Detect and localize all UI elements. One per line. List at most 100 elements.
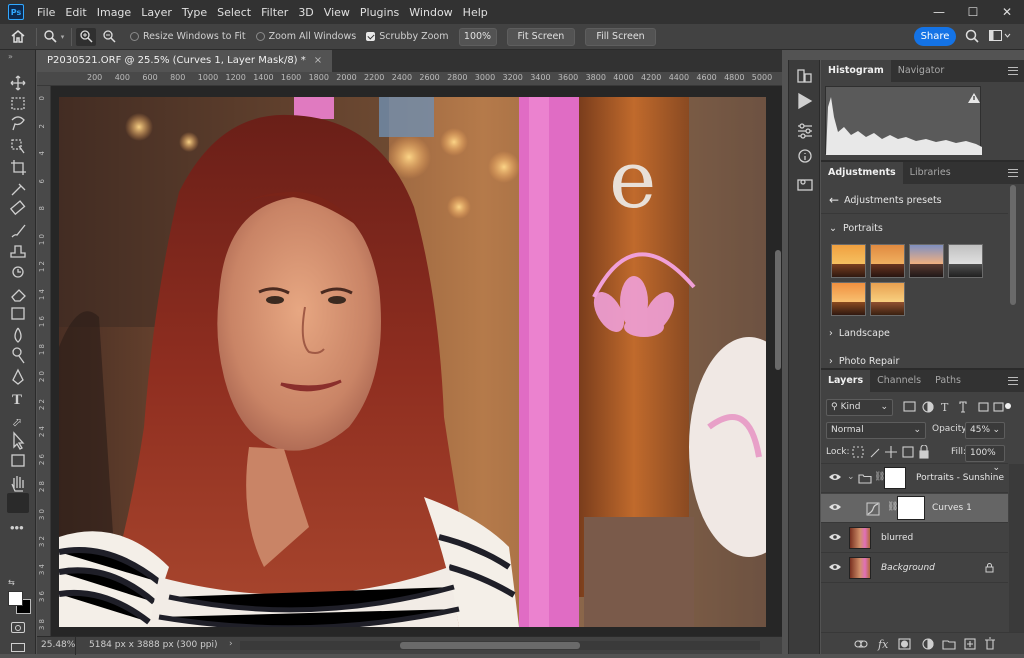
preset-thumbnail-1[interactable] — [831, 244, 866, 278]
menu-plugins[interactable]: Plugins — [355, 6, 404, 19]
tab-navigator[interactable]: Navigator — [891, 60, 951, 82]
blend-mode-select[interactable]: Normal ⌄ — [826, 422, 926, 439]
lock-artboard-icon[interactable] — [901, 445, 915, 459]
group-photo-repair[interactable]: › Photo Repair — [829, 356, 899, 367]
menu-filter[interactable]: Filter — [256, 6, 293, 19]
share-button[interactable]: Share — [914, 27, 956, 46]
layer-row-blurred[interactable]: blurred — [821, 524, 1008, 553]
preset-thumbnail-2[interactable] — [870, 244, 905, 278]
adjustments-back-button[interactable]: ← Adjustments presets — [829, 193, 942, 207]
filter-pixel-icon[interactable] — [905, 400, 919, 414]
collapse-icon[interactable]: » — [8, 52, 13, 61]
brush-tool[interactable] — [8, 220, 28, 240]
layer-name[interactable]: Portraits - Sunshine — [916, 473, 1004, 483]
edit-toolbar-button[interactable] — [8, 518, 28, 538]
rectangle-tool[interactable] — [8, 451, 28, 471]
delete-layer-icon[interactable] — [983, 637, 997, 651]
layer-mask-thumbnail[interactable] — [884, 467, 906, 489]
crop-tool[interactable] — [8, 157, 28, 177]
new-adjustment-layer-icon[interactable] — [921, 637, 935, 651]
menu-select[interactable]: Select — [212, 6, 256, 19]
photoshop-logo[interactable]: Ps — [8, 4, 24, 20]
filter-type-icon[interactable] — [939, 400, 953, 414]
close-tab-icon[interactable]: × — [314, 55, 322, 66]
scrubby-zoom-checkbox[interactable]: Scrubby Zoom — [366, 31, 449, 42]
tab-libraries[interactable]: Libraries — [903, 162, 958, 184]
layer-name[interactable]: blurred — [881, 533, 913, 543]
properties-panel-button[interactable] — [793, 122, 817, 142]
filter-toggle-icon[interactable] — [1001, 398, 1013, 412]
zoom-tool-preset[interactable]: ▾ — [37, 28, 71, 46]
zoom-in-button[interactable] — [76, 27, 96, 46]
document-image[interactable]: e — [59, 97, 766, 627]
lock-image-pixels-icon[interactable] — [868, 445, 882, 459]
preset-thumbnail-6[interactable] — [870, 282, 905, 316]
lock-transparent-pixels-icon[interactable] — [851, 445, 865, 459]
workspace-button[interactable] — [989, 30, 1011, 45]
resize-windows-checkbox[interactable]: Resize Windows to Fit — [130, 31, 246, 42]
group-landscape[interactable]: › Landscape — [829, 328, 890, 339]
search-button[interactable] — [965, 29, 979, 46]
menu-help[interactable]: Help — [458, 6, 493, 19]
link-icon[interactable]: ⛓ — [887, 502, 898, 512]
horizontal-scroll-thumb[interactable] — [400, 642, 580, 649]
group-portraits[interactable]: ⌄ Portraits — [829, 223, 883, 234]
screen-mode-icon[interactable] — [11, 643, 25, 652]
menu-type[interactable]: Type — [177, 6, 212, 19]
add-mask-icon[interactable] — [898, 637, 912, 651]
chevron-down-icon[interactable]: ⌄ — [847, 472, 855, 482]
tab-channels[interactable]: Channels — [870, 370, 928, 392]
history-panel-button[interactable] — [793, 66, 817, 86]
zoom-level-field[interactable]: 25.48% — [41, 640, 75, 650]
layer-mask-thumbnail-selected[interactable] — [897, 496, 925, 520]
new-group-icon[interactable] — [942, 637, 956, 651]
preset-thumbnail-4[interactable] — [948, 244, 983, 278]
document-dimensions[interactable]: 5184 px x 3888 px (300 ppi) — [89, 640, 218, 650]
link-layers-icon[interactable] — [853, 637, 867, 651]
filter-shape-icon[interactable] — [957, 400, 971, 414]
layer-filter-kind[interactable]: ⚲ Kind ⌄ — [826, 399, 893, 416]
comments-panel-button[interactable] — [793, 176, 817, 196]
zoom-tool-active[interactable] — [7, 493, 29, 513]
layer-thumbnail[interactable] — [849, 557, 871, 579]
fill-screen-button[interactable]: Fill Screen — [585, 27, 656, 46]
healing-brush-tool[interactable] — [8, 199, 28, 219]
menu-view[interactable]: View — [319, 6, 355, 19]
fit-screen-button[interactable]: Fit Screen — [506, 27, 576, 46]
layer-name[interactable]: Background — [881, 563, 935, 573]
layer-row-background[interactable]: Background — [821, 554, 1008, 583]
dodge-tool[interactable] — [8, 346, 28, 366]
minimize-button[interactable]: — — [922, 0, 956, 24]
document-tab[interactable]: P2030521.ORF @ 25.5% (Curves 1, Layer Ma… — [37, 50, 333, 72]
maximize-button[interactable]: ☐ — [956, 0, 990, 24]
adjustments-scrollbar[interactable] — [1010, 185, 1016, 305]
preset-thumbnail-5[interactable] — [831, 282, 866, 316]
layers-scroll-track[interactable] — [1009, 464, 1024, 634]
panel-menu-icon[interactable] — [1008, 169, 1018, 177]
close-window-button[interactable]: ✕ — [990, 0, 1024, 24]
info-panel-button[interactable] — [793, 146, 817, 166]
opacity-field[interactable]: 45% ⌄ — [965, 422, 1005, 439]
layer-row-group[interactable]: ⌄ ⛓ Portraits - Sunshine — [821, 464, 1008, 493]
zoom-value-field[interactable]: 100% — [458, 27, 497, 46]
visibility-eye-icon[interactable] — [829, 473, 841, 481]
object-selection-tool[interactable] — [8, 136, 28, 156]
preset-thumbnail-3[interactable] — [909, 244, 944, 278]
add-layer-style-icon[interactable] — [876, 637, 890, 651]
tab-histogram[interactable]: Histogram — [821, 60, 891, 82]
quick-mask-icon[interactable] — [11, 622, 25, 633]
menu-image[interactable]: Image — [92, 6, 136, 19]
panel-menu-icon[interactable] — [1008, 67, 1018, 75]
lock-position-icon[interactable] — [884, 445, 898, 459]
layer-row-curves[interactable]: ⛓ Curves 1 — [821, 494, 1008, 523]
move-tool[interactable] — [8, 73, 28, 93]
eyedropper-tool[interactable] — [8, 178, 28, 198]
home-button[interactable] — [0, 28, 36, 46]
direct-selection-tool[interactable] — [8, 430, 28, 450]
hand-tool[interactable] — [8, 472, 28, 492]
tab-layers[interactable]: Layers — [821, 370, 871, 392]
chevron-right-icon[interactable]: › — [229, 639, 233, 649]
horizontal-scroll-track[interactable] — [240, 641, 760, 650]
lasso-tool[interactable] — [8, 115, 28, 135]
menu-edit[interactable]: Edit — [60, 6, 91, 19]
